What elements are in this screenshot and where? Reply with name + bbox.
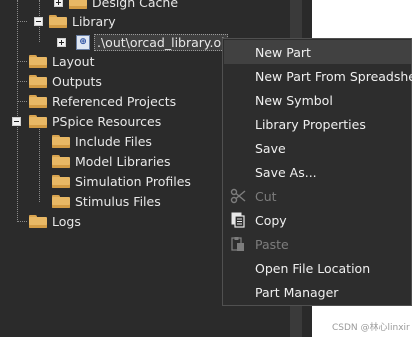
tree-item-outputs[interactable]: Outputs (29, 71, 102, 91)
tree-item-label: Layout (52, 53, 95, 69)
folder-icon (29, 74, 47, 88)
tree-item-label: Include Files (75, 133, 152, 149)
menu-item-label: New Part From Spreadsheet (255, 68, 412, 84)
tree-item-model-libraries[interactable]: Model Libraries (52, 151, 171, 171)
tree-connector (17, 221, 27, 222)
menu-item-label: Part Manager (255, 284, 339, 300)
menu-item-save[interactable]: Save (224, 136, 411, 160)
context-menu: New Part New Part From Spreadsheet New S… (222, 38, 412, 306)
folder-icon (52, 134, 70, 148)
menu-item-new-part-from-spreadsheet[interactable]: New Part From Spreadsheet (224, 64, 412, 88)
tree-item-pspice-resources[interactable]: PSpice Resources (12, 111, 161, 131)
tree-item-label: Stimulus Files (75, 193, 161, 209)
menu-item-label: Paste (255, 236, 289, 252)
tree-connector (17, 101, 27, 102)
folder-icon (52, 194, 70, 208)
tree-item-stimulus-files[interactable]: Stimulus Files (52, 191, 161, 211)
menu-item-label: Open File Location (255, 260, 371, 276)
menu-item-library-properties[interactable]: Library Properties (224, 112, 411, 136)
tree-item-library-file[interactable]: ⊕ .\out\orcad_library.ol (57, 32, 228, 52)
menu-item-label: Copy (255, 212, 287, 228)
folder-icon (29, 114, 47, 128)
tree-connector (17, 21, 27, 22)
menu-item-label: Save (255, 140, 286, 156)
expand-icon[interactable] (54, 0, 63, 7)
tree-item-referenced-projects[interactable]: Referenced Projects (29, 91, 176, 111)
folder-icon (29, 214, 47, 228)
tree-item-label: PSpice Resources (52, 113, 162, 129)
collapse-icon[interactable] (12, 116, 21, 126)
menu-item-part-manager[interactable]: Part Manager (224, 280, 411, 304)
menu-item-cut[interactable]: Cut (224, 184, 411, 208)
tree-connector (17, 81, 27, 82)
copy-icon (230, 212, 246, 228)
menu-item-save-as[interactable]: Save As... (224, 160, 411, 184)
tree-item-label: Simulation Profiles (75, 173, 191, 189)
folder-icon (29, 54, 47, 68)
menu-item-new-symbol[interactable]: New Symbol (224, 88, 411, 112)
folder-icon (29, 94, 47, 108)
menu-item-copy[interactable]: Copy (224, 208, 411, 232)
tree-connector (17, 61, 27, 62)
watermark: CSDN @林心linxir (332, 323, 410, 333)
folder-icon (52, 154, 70, 168)
tree-item-logs[interactable]: Logs (29, 211, 81, 231)
scissors-icon (230, 188, 246, 204)
folder-icon (52, 174, 70, 188)
menu-item-open-file-location[interactable]: Open File Location (224, 256, 411, 280)
tree-item-label: Design Cache (92, 0, 179, 10)
tree-item-label: Referenced Projects (52, 93, 177, 109)
tree-item-include-files[interactable]: Include Files (52, 131, 152, 151)
tree-connector (17, 0, 18, 220)
tree-item-simulation-profiles[interactable]: Simulation Profiles (52, 171, 191, 191)
collapse-icon[interactable] (34, 16, 43, 26)
folder-icon (69, 0, 87, 9)
menu-item-label: New Part (255, 44, 311, 60)
tree-item-layout[interactable]: Layout (29, 51, 95, 71)
tree-item-label: .\out\orcad_library.ol (94, 33, 228, 51)
library-file-icon: ⊕ (76, 34, 90, 50)
tree-item-label: Library (72, 13, 116, 29)
menu-item-label: Library Properties (255, 116, 366, 132)
paste-icon (230, 236, 246, 252)
menu-item-new-part[interactable]: New Part (224, 40, 411, 64)
menu-item-label: Cut (255, 188, 277, 204)
tree-item-library[interactable]: Library (34, 11, 116, 31)
menu-item-label: Save As... (255, 164, 317, 180)
tree-item-label: Logs (52, 213, 81, 229)
tree-connector (39, 126, 40, 202)
menu-item-paste[interactable]: Paste (224, 232, 411, 256)
menu-item-label: New Symbol (255, 92, 333, 108)
tree-item-label: Outputs (52, 73, 102, 89)
tree-item-label: Model Libraries (75, 153, 171, 169)
expand-icon[interactable] (57, 37, 66, 47)
folder-icon (49, 14, 67, 28)
